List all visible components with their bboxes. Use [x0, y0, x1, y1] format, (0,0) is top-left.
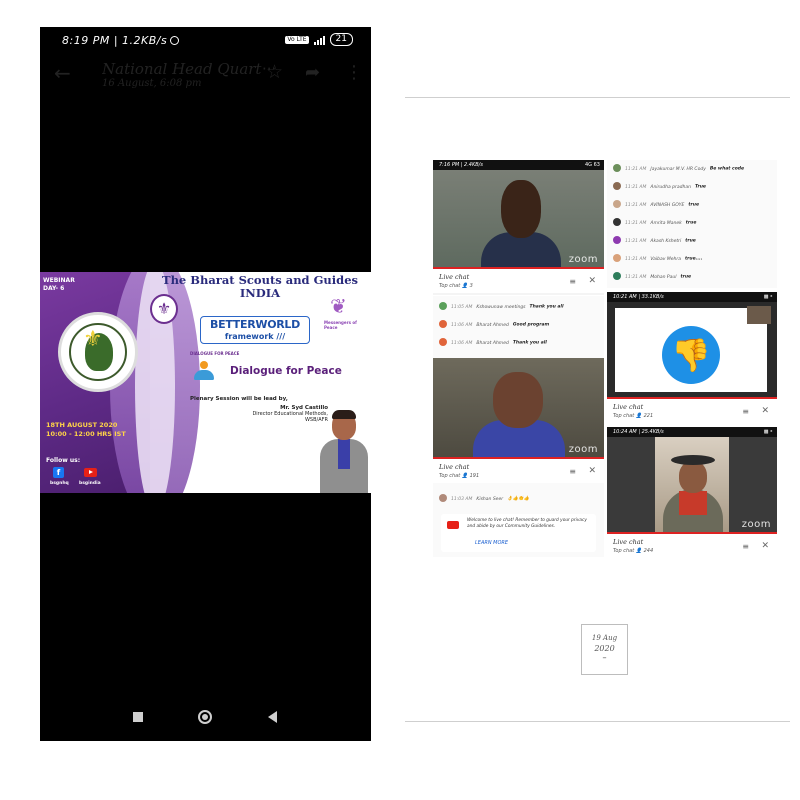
battery-icon: 21 — [329, 33, 353, 46]
chat-message: 11:21 AM Mohan Paul true — [613, 272, 777, 286]
screenshot-3-chat[interactable]: 11:05 AM Kshowunaw meetings Thank you all … — [433, 296, 604, 358]
video-frame: zoom — [607, 437, 777, 533]
community-notice: Welcome to live chat! Remember to guard … — [441, 514, 596, 552]
chat-message: 11:05 AM Kshowunaw meetings Thank you all — [439, 302, 604, 316]
poster-plenary-text: Plenary Session will be lead by, — [190, 396, 288, 402]
star-icon[interactable]: ☆ — [266, 63, 283, 82]
youtube-icon — [447, 521, 459, 529]
nav-back-icon[interactable] — [268, 711, 277, 723]
chat-message: 11:21 AM Anirudha pradhan True — [613, 182, 777, 196]
page: 8:19 PM | 1.2KB/s Vo LTE 21 ← National H… — [0, 0, 800, 800]
status-time: 8:19 PM | 1.2KB/s — [62, 34, 180, 47]
chat-message: 11:21 AM Amrita Manek true — [613, 218, 777, 232]
poster-fb-handle: bsgnhq — [50, 481, 69, 486]
live-chat-header: Live chat Top chat 👤 3 ≡ ✕ — [433, 267, 604, 293]
post-date-badge: 19 Aug 2020 – — [581, 624, 628, 675]
video-frame: 👎 — [607, 302, 777, 398]
chat-message: 11:06 AM Bharat Ahmed Good program — [439, 320, 604, 334]
phone-screenshot: 8:19 PM | 1.2KB/s Vo LTE 21 ← National H… — [40, 27, 371, 741]
thumbs-down-icon: 👎 — [662, 326, 720, 384]
home-icon[interactable] — [198, 710, 212, 724]
status-icons: Vo LTE 21 — [285, 33, 353, 46]
shot-status-bar: 7:16 PM | 2.4KB/s 4G 63 — [433, 160, 604, 170]
betterworld-logo: BETTERWORLD framework /// — [200, 316, 310, 344]
video-frame: zoom — [433, 170, 604, 272]
live-chat-header: Live chat Top chat 👤 221 ≡ ✕ — [607, 397, 777, 423]
live-chat-header: Live chat Top chat 👤 191 ≡ ✕ — [433, 457, 604, 483]
poster-date: 18TH AUGUST 2020 10:00 - 12:00 HRS IST — [46, 421, 126, 438]
youtube-icon — [84, 468, 97, 477]
alarm-icon — [170, 36, 180, 45]
screenshot-2-chat[interactable]: 11:21 AM Jayakumar M.V. HR Cody Be what co… — [607, 160, 777, 288]
divider-bottom — [405, 721, 790, 722]
chat-message: 11:21 AM Vaibav Mehra true.... — [613, 254, 777, 268]
close-icon[interactable]: ✕ — [761, 406, 769, 416]
volte-icon: Vo LTE — [285, 35, 309, 44]
filter-icon[interactable]: ≡ — [742, 407, 749, 416]
poster-speaker: Mr. Syd Castillo Director Educational Me… — [252, 405, 328, 423]
screenshot-6[interactable]: 10:24 AM | 25.4KB/s ▩ ‣ zoom Live chat To… — [607, 427, 777, 557]
learn-more-link[interactable]: LEARN MORE — [475, 540, 508, 546]
close-icon[interactable]: ✕ — [588, 466, 596, 476]
filter-icon[interactable]: ≡ — [742, 542, 749, 551]
poster-dialogue-title: Dialogue for Peace — [230, 365, 342, 377]
status-bar: 8:19 PM | 1.2KB/s Vo LTE 21 — [40, 27, 371, 53]
filter-icon[interactable]: ≡ — [569, 277, 576, 286]
scout-emblem-icon: ⚜ — [58, 312, 138, 392]
chat-message: 11:21 AM AVINASH GOYE true — [613, 200, 777, 214]
live-chat-header: Live chat Top chat 👤 244 ≡ ✕ — [607, 532, 777, 557]
webinar-poster-image[interactable]: WEBINAR DAY- 6 ⚜ 18TH AUGUST 2020 10:00 … — [40, 272, 371, 493]
zoom-watermark: zoom — [741, 519, 771, 530]
shot-status-bar: 10:21 AM | 33.1KB/s ▩ ‣ — [607, 292, 777, 302]
filter-icon[interactable]: ≡ — [569, 467, 576, 476]
chat-title: National Head Quarter — [102, 60, 262, 78]
recent-apps-icon[interactable] — [133, 712, 143, 722]
divider-top — [405, 97, 790, 98]
facebook-icon: f — [53, 467, 64, 478]
more-options-icon[interactable]: ⋮ — [345, 63, 363, 82]
signal-icon — [313, 35, 325, 45]
screenshot-1[interactable]: 7:16 PM | 2.4KB/s 4G 63 zoom Live chat To… — [433, 160, 604, 295]
screenshot-5[interactable]: zoom Live chat Top chat 👤 191 ≡ ✕ 11:03 … — [433, 358, 604, 557]
chat-message: 11:21 AM Jayakumar M.V. HR Cody Be what co… — [613, 164, 777, 178]
poster-yt-handle: bsgindia — [79, 481, 101, 486]
chat-message: 11:03 AM Kishan Seer 👌👍👏👍 — [439, 494, 604, 508]
chat-message: 11:21 AM Akash Kshetri true — [613, 236, 777, 250]
back-arrow-icon[interactable]: ← — [54, 63, 71, 83]
poster-webinar-label: WEBINAR DAY- 6 — [43, 277, 75, 292]
chat-subtitle: 16 August, 6:08 pm — [102, 78, 202, 89]
close-icon[interactable]: ✕ — [588, 276, 596, 286]
speaker-photo — [318, 410, 370, 493]
share-icon[interactable]: ➦ — [305, 63, 320, 82]
zoom-watermark: zoom — [568, 444, 598, 455]
dialogue-for-peace-logo: DIALOGUE FOR PEACE — [190, 351, 239, 385]
shot-status-bar: 10:24 AM | 25.4KB/s ▩ ‣ — [607, 427, 777, 437]
android-nav-bar — [40, 710, 371, 741]
poster-follow-label: Follow us: — [46, 457, 81, 464]
bsg-logo-icon: ⚜ — [150, 294, 178, 324]
dove-icon: ❦ — [330, 294, 347, 318]
screenshot-4[interactable]: 10:21 AM | 33.1KB/s ▩ ‣ 👎 Live chat Top c… — [607, 292, 777, 423]
video-frame: zoom — [433, 358, 604, 460]
close-icon[interactable]: ✕ — [761, 541, 769, 551]
chat-message: 11:06 AM Bharat Ahmed Thank you all — [439, 338, 604, 352]
messengers-of-peace-label: Messengers of Peace — [324, 320, 357, 330]
zoom-watermark: zoom — [568, 254, 598, 265]
